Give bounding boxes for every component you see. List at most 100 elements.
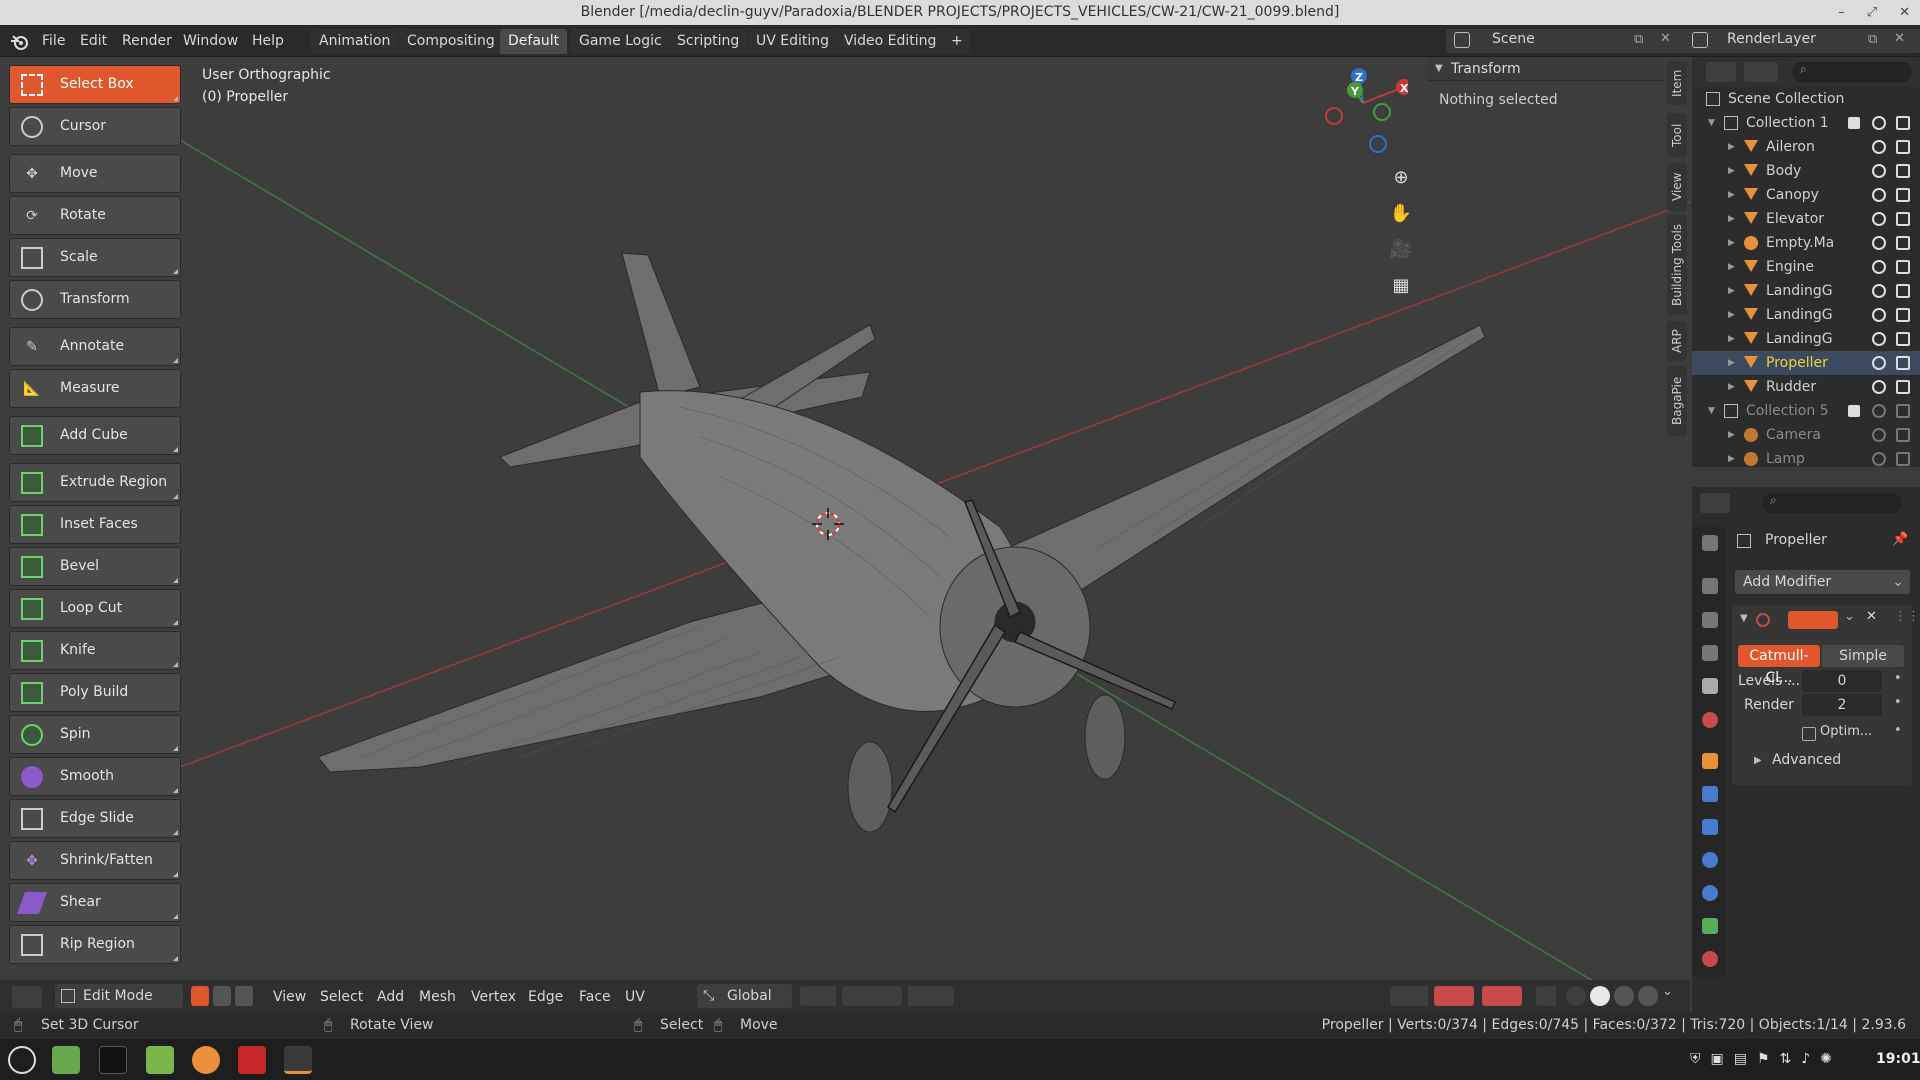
object-tab-icon[interactable]: [1702, 753, 1718, 769]
eye-icon[interactable]: [1872, 140, 1886, 154]
menu-select[interactable]: Select: [320, 986, 363, 1008]
tool-loop-cut[interactable]: Loop Cut: [9, 589, 181, 628]
menu-uv[interactable]: UV: [625, 986, 645, 1008]
sidebar-tab-tool[interactable]: Tool: [1667, 113, 1687, 157]
mint-menu-icon[interactable]: [8, 1046, 36, 1074]
xray-toggle-icon[interactable]: [1536, 986, 1556, 1006]
outliner-item[interactable]: ▶ Rudder: [1692, 375, 1920, 399]
transform-orientation-dropdown[interactable]: ⤡ Global: [697, 984, 792, 1008]
sidebar-tab-bagapie[interactable]: BagaPie: [1667, 366, 1687, 436]
tab-game-logic[interactable]: Game Logic: [571, 29, 670, 54]
close-icon[interactable]: ✕: [1899, 0, 1910, 25]
tool-shrink-fatten[interactable]: ✥ Shrink/Fatten: [9, 841, 181, 880]
eye-icon[interactable]: [1872, 332, 1886, 346]
menu-vertex[interactable]: Vertex: [471, 986, 516, 1008]
advanced-section-label[interactable]: Advanced: [1772, 752, 1841, 768]
outliner-item[interactable]: ▶ LandingG: [1692, 327, 1920, 351]
new-scene-icon[interactable]: ⧉: [1634, 32, 1643, 47]
modifier-tab-icon[interactable]: [1702, 786, 1718, 802]
modifier-visibility-toggles[interactable]: [1788, 611, 1838, 629]
drag-handle-icon[interactable]: ⋮⋮: [1894, 609, 1920, 624]
particles-tab-icon[interactable]: [1702, 819, 1718, 835]
properties-search-input[interactable]: ⌕: [1762, 493, 1902, 513]
system-tray-icons[interactable]: ⛨▣▤⚑⇅♪✺: [1690, 1051, 1842, 1067]
visibility-icon[interactable]: [1390, 986, 1428, 1006]
minimize-icon[interactable]: –: [1838, 0, 1845, 25]
expand-triangle-icon[interactable]: ▶: [1728, 375, 1735, 399]
menu-view[interactable]: View: [273, 986, 306, 1008]
outliner-item[interactable]: ▶ Lamp: [1692, 447, 1920, 471]
tool-knife[interactable]: Knife: [9, 631, 181, 670]
tool-shear[interactable]: Shear: [9, 883, 181, 922]
navigation-gizmo[interactable]: [1318, 68, 1408, 168]
shading-options-chevron-icon[interactable]: ⌄: [1662, 984, 1673, 999]
material-shading-icon[interactable]: [1614, 986, 1634, 1006]
render-camera-icon[interactable]: [1896, 332, 1910, 346]
optimal-display-checkbox[interactable]: [1802, 727, 1816, 741]
eye-icon[interactable]: [1872, 308, 1886, 322]
tool-scale[interactable]: Scale: [9, 238, 181, 277]
outliner-item[interactable]: ▶ LandingG: [1692, 279, 1920, 303]
tool-smooth[interactable]: Smooth: [9, 757, 181, 796]
clock[interactable]: 19:01: [1876, 1051, 1920, 1067]
render-camera-icon[interactable]: [1896, 380, 1910, 394]
chevron-down-icon[interactable]: ⌄: [1844, 609, 1855, 624]
delete-renderlayer-icon[interactable]: ✕: [1894, 31, 1905, 46]
tool-rotate[interactable]: ⟳ Rotate: [9, 196, 181, 235]
eye-icon[interactable]: [1872, 188, 1886, 202]
scene-selector[interactable]: Scene ⧉ ✕: [1446, 29, 1688, 53]
menu-add[interactable]: Add: [377, 986, 404, 1008]
tab-scripting[interactable]: Scripting: [669, 29, 748, 54]
tool-spin[interactable]: Spin: [9, 715, 181, 754]
eye-icon[interactable]: [1872, 356, 1886, 370]
solid-shading-icon[interactable]: [1590, 986, 1610, 1006]
outliner-item[interactable]: ▶ Canopy: [1692, 183, 1920, 207]
firefox-icon[interactable]: [192, 1046, 220, 1074]
eye-icon[interactable]: [1872, 260, 1886, 274]
wireframe-shading-icon[interactable]: [1566, 986, 1586, 1006]
levels-viewport-field[interactable]: 0: [1802, 670, 1882, 692]
outliner-item[interactable]: ▶ Empty.Ma: [1692, 231, 1920, 255]
collapse-triangle-icon[interactable]: ▼: [1708, 399, 1715, 423]
render-tab-icon[interactable]: [1702, 578, 1718, 594]
ortho-grid-icon[interactable]: ▦: [1385, 275, 1417, 303]
proportional-edit-icon[interactable]: [908, 986, 954, 1006]
add-modifier-dropdown[interactable]: Add Modifier ⌄: [1735, 570, 1910, 594]
render-camera-icon[interactable]: [1896, 260, 1910, 274]
outliner-item[interactable]: ▶ Elevator: [1692, 207, 1920, 231]
render-levels-field[interactable]: 2: [1802, 694, 1882, 716]
eye-icon[interactable]: [1872, 212, 1886, 226]
tool-edge-slide[interactable]: Edge Slide: [9, 799, 181, 838]
menu-edge[interactable]: Edge: [528, 986, 563, 1008]
scene-tab-icon[interactable]: [1702, 678, 1718, 694]
outliner-item[interactable]: ▼ Collection 1: [1692, 111, 1920, 135]
tab-uv-editing[interactable]: UV Editing: [748, 29, 838, 54]
eye-icon[interactable]: [1872, 404, 1886, 418]
pivot-point-icon[interactable]: [800, 986, 836, 1006]
outliner-item[interactable]: ▶ Engine: [1692, 255, 1920, 279]
render-camera-icon[interactable]: [1896, 188, 1910, 202]
data-tab-icon[interactable]: [1702, 918, 1718, 934]
sidebar-tab-item[interactable]: Item: [1667, 61, 1687, 105]
expand-triangle-icon[interactable]: ▶: [1728, 255, 1735, 279]
tab-video-editing[interactable]: Video Editing: [836, 29, 945, 54]
keyframe-dot-icon[interactable]: •: [1894, 723, 1902, 738]
world-tab-icon[interactable]: [1702, 712, 1718, 728]
maximize-icon[interactable]: ⤢: [1867, 0, 1877, 25]
render-camera-icon[interactable]: [1896, 212, 1910, 226]
remove-modifier-icon[interactable]: ✕: [1866, 609, 1877, 624]
outliner-search-input[interactable]: ⌕: [1792, 62, 1912, 82]
zoom-icon[interactable]: ⊕: [1385, 167, 1417, 195]
output-tab-icon[interactable]: [1702, 612, 1718, 628]
tool-transform[interactable]: Transform: [9, 280, 181, 319]
eye-icon[interactable]: [1872, 380, 1886, 394]
expand-triangle-icon[interactable]: ▶: [1728, 279, 1735, 303]
menu-edit[interactable]: Edit: [80, 30, 107, 52]
eye-icon[interactable]: [1872, 452, 1886, 466]
outliner-item[interactable]: ▶ Propeller: [1692, 351, 1920, 375]
keyframe-dot-icon[interactable]: •: [1894, 671, 1902, 686]
renderlayer-selector[interactable]: RenderLayer ⧉ ✕: [1684, 29, 1920, 53]
tool-move[interactable]: ✥ Move: [9, 154, 181, 193]
menu-render[interactable]: Render: [122, 30, 172, 52]
mode-selector[interactable]: Edit Mode: [55, 984, 183, 1008]
